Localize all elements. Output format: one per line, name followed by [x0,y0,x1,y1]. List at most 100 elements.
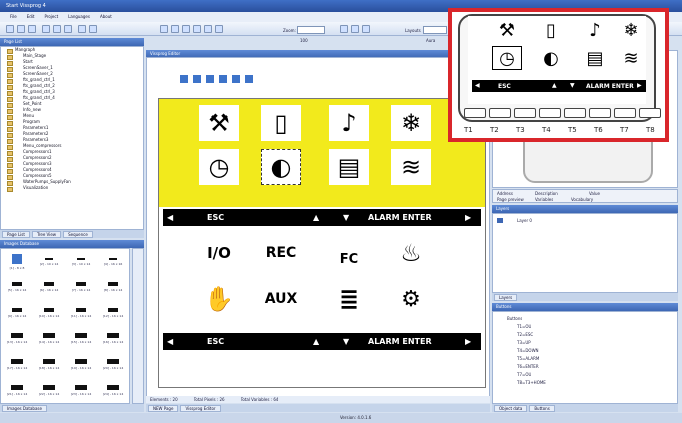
layer-visible-icon[interactable] [497,218,503,223]
io-icon[interactable]: I/O [197,233,241,273]
menu-file[interactable]: File [10,14,17,20]
image-thumbnail[interactable]: [5] - 16 x 14 [1,275,33,301]
button-mapping-item[interactable]: T2=ESC [517,332,533,337]
snowflake-icon[interactable]: ❄ [391,105,431,141]
flame-icon[interactable]: ♨ [389,233,433,273]
align-center-icon[interactable] [171,25,179,33]
button-mapping-item[interactable]: T4=DOWN [517,348,539,353]
open-icon[interactable] [17,25,25,33]
button-mapping-item[interactable]: T7=OU [517,372,531,377]
pump-icon[interactable]: ◐ [261,149,301,185]
device-key[interactable] [464,108,486,118]
tab-tree-view[interactable]: Tree View [31,231,62,238]
image-thumbnail[interactable]: [14] - 16 x 14 [33,326,65,352]
snap-icon[interactable] [351,25,359,33]
rec-icon[interactable]: REC [259,233,303,273]
image-thumbnail[interactable]: [15] - 16 x 14 [65,326,97,352]
cut-icon[interactable] [42,25,50,33]
save-icon[interactable] [28,25,36,33]
new-icon[interactable] [6,25,14,33]
tab-variables[interactable]: Variables [535,197,553,202]
image-thumbnail[interactable]: [16] - 16 x 14 [97,326,129,352]
tab-page-list[interactable]: Page List [2,231,30,238]
menu-languages[interactable]: Languages [68,14,90,20]
distribute-icon[interactable] [215,25,223,33]
editor-toolbar-icons[interactable] [180,75,255,83]
image-thumbnail[interactable]: [21] - 16 x 14 [1,377,33,403]
image-thumbnail[interactable]: [10] - 16 x 14 [33,300,65,326]
hand-pump-icon[interactable]: ✋ [197,279,241,319]
heater-icon[interactable]: ≋ [391,149,431,185]
image-thumbnail[interactable]: [11] - 16 x 14 [65,300,97,326]
page-list-item[interactable]: Visualization [1,185,143,192]
button-mapping-item[interactable]: T3=UP [517,340,531,345]
image-thumbnail[interactable]: [19] - 16 x 14 [65,352,97,378]
button-mapping-item[interactable]: T8=T3+HOME [517,380,546,385]
grid-icon[interactable] [340,25,348,33]
bar1-alarm-enter: ALARM ENTER [368,213,432,222]
device-key[interactable] [564,108,586,118]
menu-project[interactable]: Project [44,14,58,20]
buttons-root[interactable]: Buttons [507,316,522,321]
zoom-select[interactable]: 100 [297,26,325,43]
tab-vocabulary[interactable]: Vocabulary [571,197,593,202]
image-thumbnail[interactable]: [18] - 16 x 14 [33,352,65,378]
clock-icon[interactable]: ◷ [199,149,239,185]
image-thumbnail[interactable]: [23] - 16 x 14 [65,377,97,403]
paste-icon[interactable] [64,25,72,33]
image-thumbnail[interactable]: [6] - 16 x 14 [33,275,65,301]
book-icon[interactable]: ▤ [329,149,369,185]
device-key[interactable] [514,108,536,118]
align-left-icon[interactable] [160,25,168,33]
tools-icon[interactable]: ⚙ [389,279,433,319]
coil-icon[interactable]: ≣ [327,279,371,319]
image-thumbnail[interactable]: [13] - 16 x 14 [1,326,33,352]
free-cooling-icon[interactable]: FC [327,239,371,279]
device-key[interactable] [589,108,611,118]
button-mapping-item[interactable]: T5=ALARM [517,356,539,361]
pump-icon: ◐ [543,47,559,69]
device-key[interactable] [614,108,636,118]
align-top-icon[interactable] [193,25,201,33]
clipboard-icon[interactable]: ▯ [261,105,301,141]
tab-vissprog-editor[interactable]: Vissprog Editor [180,405,221,412]
image-thumbnail[interactable]: [22] - 16 x 14 [33,377,65,403]
undo-icon[interactable] [78,25,86,33]
image-thumbnail[interactable]: [8] - 16 x 14 [97,275,129,301]
device-key[interactable] [489,108,511,118]
tab-sequence[interactable]: Sequence [63,231,93,238]
layouts-select[interactable]: Aura [423,26,447,43]
image-thumbnail[interactable]: [12] - 16 x 14 [97,300,129,326]
device-key[interactable] [539,108,561,118]
copy-icon[interactable] [53,25,61,33]
menu-edit[interactable]: Edit [27,14,35,20]
tab-buttons[interactable]: Buttons [529,405,555,412]
image-thumbnail[interactable]: [20] - 16 x 14 [97,352,129,378]
align-right-icon[interactable] [182,25,190,33]
image-thumbnail[interactable]: [24] - 16 x 14 [97,377,129,403]
left-arrow-icon: ◀ [475,82,480,89]
image-thumbnail[interactable]: [1] - 8 x 8 [1,249,33,275]
redo-icon[interactable] [89,25,97,33]
tab-layers[interactable]: Layers [494,294,518,301]
aux-icon[interactable]: AUX [259,279,303,319]
image-thumbnail[interactable]: [9] - 16 x 14 [1,300,33,326]
bell-icon[interactable]: ♪ [329,105,369,141]
button-mapping-item[interactable]: T6=ENTER [517,364,539,369]
button-mapping-item[interactable]: T1=OU [517,324,531,329]
tab-new-page[interactable]: NEW Page [148,405,179,412]
layer-item[interactable]: Layer 0 [517,218,532,223]
tab-page-preview[interactable]: Page preview [497,197,524,202]
menu-about[interactable]: About [100,14,112,20]
image-thumbnail[interactable]: [7] - 16 x 14 [65,275,97,301]
preview-icon[interactable] [362,25,370,33]
tab-images-database[interactable]: Images Database [2,405,47,412]
tab-object-data[interactable]: Object data [494,405,528,412]
image-thumbnail[interactable]: [4] - 16 x 16 [97,249,129,275]
image-thumbnail[interactable]: [17] - 16 x 14 [1,352,33,378]
image-thumbnail[interactable]: [3] - 10 x 14 [65,249,97,275]
image-thumbnail[interactable]: [2] - 10 x 14 [33,249,65,275]
align-bottom-icon[interactable] [204,25,212,33]
device-key[interactable] [639,108,661,118]
service-man-icon[interactable]: ⚒ [199,105,239,141]
